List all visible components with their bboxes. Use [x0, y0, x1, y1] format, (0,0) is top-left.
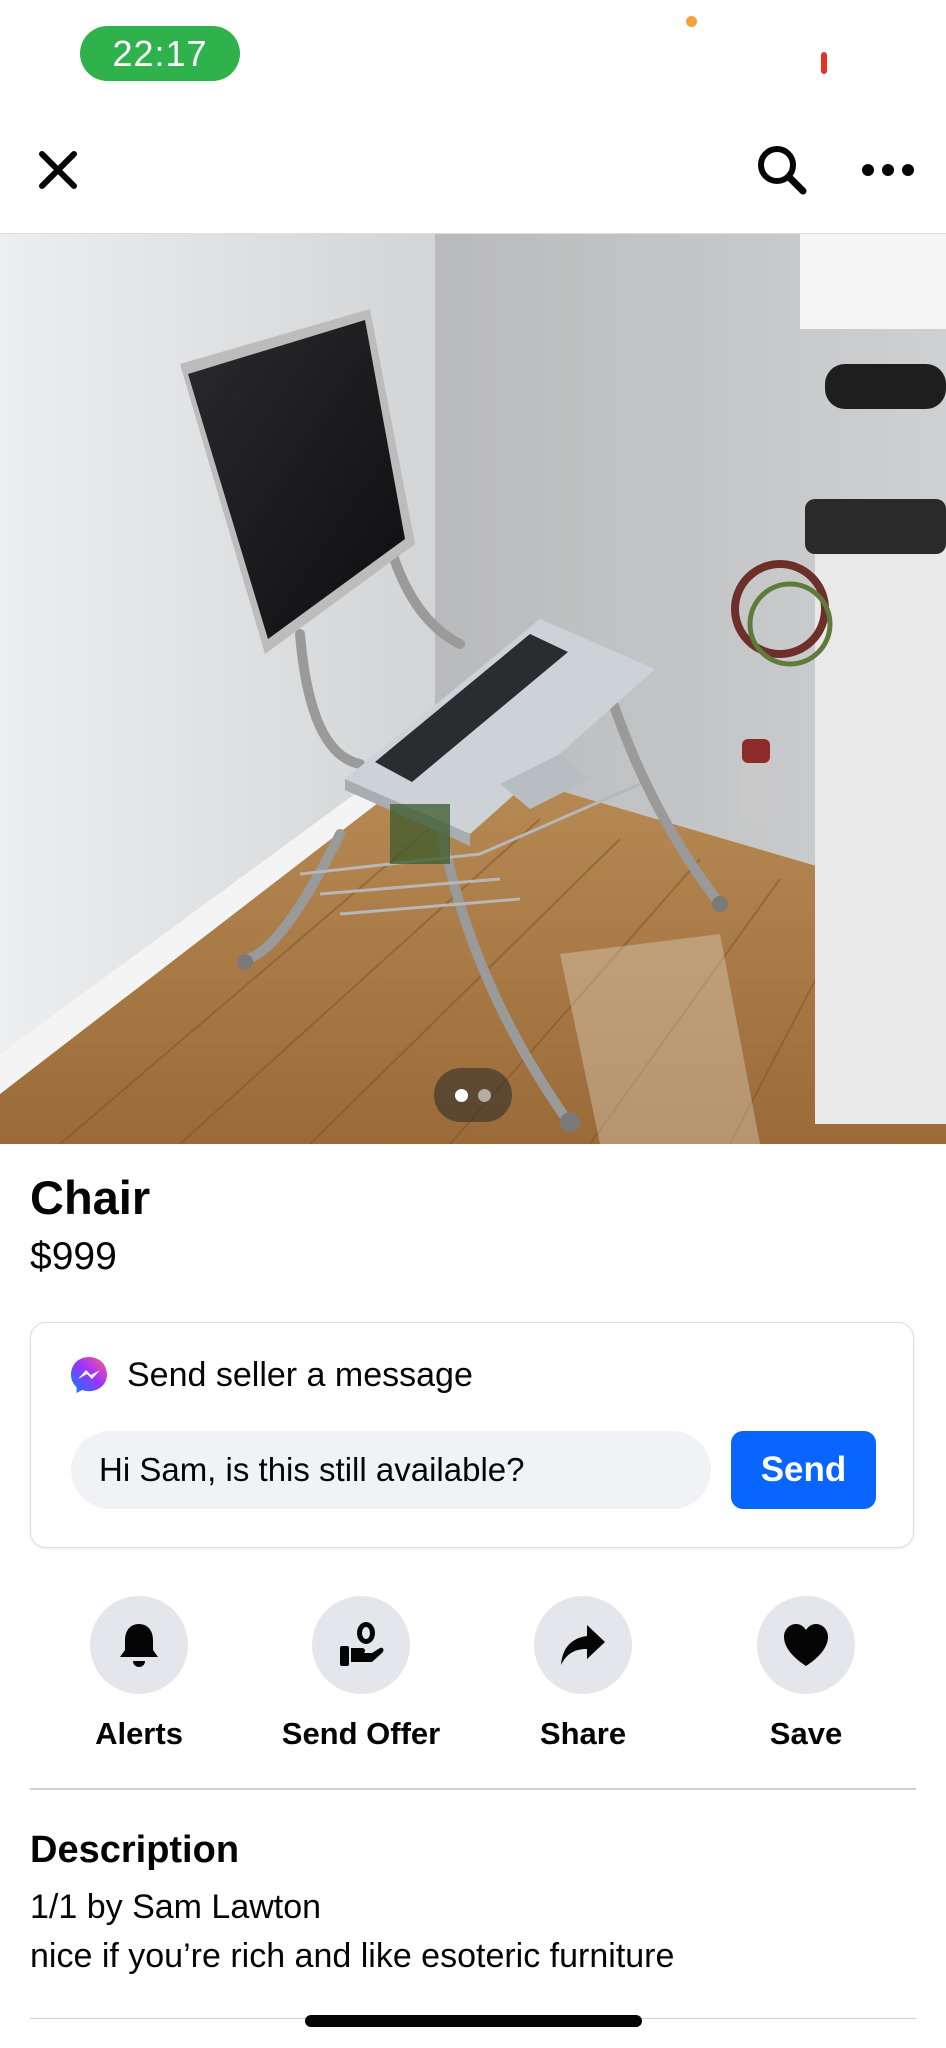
alerts-label: Alerts: [95, 1716, 183, 1751]
bell-icon: [120, 1624, 158, 1667]
messenger-icon: [71, 1357, 107, 1393]
home-indicator[interactable]: [305, 2015, 642, 2027]
status-time: 22:17: [80, 26, 240, 81]
close-icon: [39, 151, 77, 189]
send-offer-button[interactable]: Send Offer: [251, 1596, 471, 1752]
heart-icon: [784, 1624, 828, 1666]
privacy-indicator-dot: [686, 16, 697, 27]
alerts-circle: [90, 1596, 188, 1694]
send-message-card: Send seller a message Send: [30, 1322, 914, 1548]
pager-dot: [478, 1088, 491, 1102]
more-icon: [862, 164, 914, 176]
listing-actions: Alerts Send Offer Share Save: [0, 1596, 946, 1756]
send-button[interactable]: Send: [731, 1431, 876, 1509]
search-icon: [758, 146, 807, 195]
save-circle: [757, 1596, 855, 1694]
top-nav-bar: [0, 110, 946, 234]
share-circle: [534, 1596, 632, 1694]
offer-icon: [340, 1622, 384, 1666]
listing-title: Chair: [30, 1171, 151, 1224]
more-options-button[interactable]: [856, 138, 920, 202]
photo-pager: [434, 1068, 512, 1122]
listing-photo-illustration: [0, 234, 946, 1144]
listing-photo[interactable]: [0, 234, 946, 1144]
description-line: nice if you’re rich and like esoteric fu…: [30, 1937, 675, 1975]
alerts-button[interactable]: Alerts: [29, 1596, 249, 1752]
section-divider: [30, 1788, 916, 1790]
status-bar: 22:17: [0, 0, 946, 110]
share-icon: [561, 1625, 605, 1665]
close-button[interactable]: [26, 138, 90, 202]
send-message-header: Send seller a message: [69, 1355, 473, 1395]
pager-dot-active: [455, 1088, 468, 1102]
recording-indicator: [821, 52, 827, 74]
search-button[interactable]: [750, 138, 814, 202]
send-offer-circle: [312, 1596, 410, 1694]
share-label: Share: [539, 1716, 627, 1751]
listing-price: $999: [30, 1235, 117, 1278]
send-message-heading: Send seller a message: [127, 1355, 473, 1394]
save-button[interactable]: Save: [696, 1596, 916, 1752]
send-offer-label: Send Offer: [281, 1716, 441, 1751]
save-label: Save: [769, 1716, 843, 1751]
description-line: 1/1 by Sam Lawton: [30, 1888, 322, 1926]
share-button[interactable]: Share: [473, 1596, 693, 1752]
description-heading: Description: [30, 1829, 240, 1871]
message-input[interactable]: [71, 1431, 711, 1509]
